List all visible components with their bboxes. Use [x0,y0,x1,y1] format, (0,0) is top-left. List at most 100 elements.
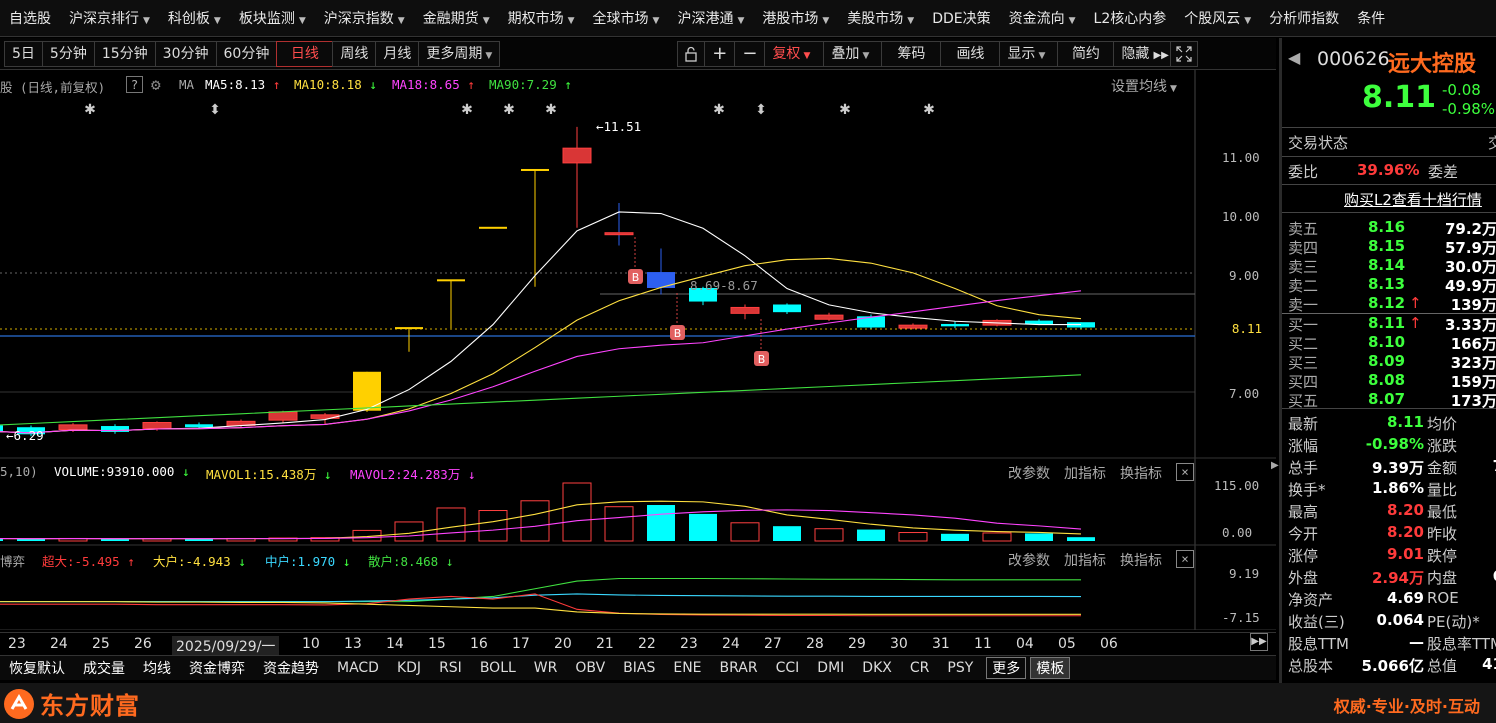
vol-add-indicator-button[interactable]: 加指标 [1064,463,1106,483]
period-tab-4[interactable]: 60分钟 [215,40,278,67]
chart-canvas[interactable]: ✱ ⬍ ✱ ✱ ✱ ✱ ⬍ ✱ ✱ B B B [0,70,1276,630]
buy-l2-link[interactable]: 购买L2查看十档行情 [1344,189,1482,210]
indicator-tab-19[interactable]: 更多 [986,657,1027,679]
period-tab-5[interactable]: 日线 [276,40,334,67]
event-marker[interactable]: ✱ [503,102,515,118]
candle[interactable] [521,168,549,287]
indicator-tab-2[interactable]: 均线 [134,658,180,678]
indicator-tab-1[interactable]: 成交量 [74,658,134,678]
indicator-tab-6[interactable]: KDJ [388,660,430,676]
candle[interactable] [101,424,129,434]
vol-params-button[interactable]: 改参数 [1008,463,1050,483]
menu-item-12[interactable]: 资金流向 ▼ [1000,8,1085,28]
indicator-tab-9[interactable]: WR [525,660,567,676]
flow-params-button[interactable]: 改参数 [1008,550,1050,570]
candle[interactable] [941,321,969,329]
indicator-tab-17[interactable]: CR [901,660,939,676]
indicator-tab-11[interactable]: BIAS [614,660,664,676]
menu-item-6[interactable]: 期权市场 ▼ [499,8,584,28]
candle[interactable] [604,203,634,246]
zoom-out-button[interactable]: − [734,40,766,67]
period-tab-6[interactable]: 周线 [332,40,377,67]
indicator-tab-10[interactable]: OBV [566,660,614,676]
period-tab-3[interactable]: 30分钟 [154,40,217,67]
event-marker[interactable]: ✱ [84,102,96,118]
candle[interactable] [353,371,381,412]
menu-item-4[interactable]: 沪深京指数 ▼ [315,8,414,28]
menu-item-7[interactable]: 全球市场 ▼ [584,8,669,28]
indicator-tab-20[interactable]: 模板 [1030,657,1071,679]
menu-item-1[interactable]: 沪深京排行 ▼ [60,8,159,28]
period-tab-2[interactable]: 15分钟 [93,40,156,67]
menu-item-14[interactable]: 个股风云 ▼ [1175,8,1260,28]
indicator-tab-12[interactable]: ENE [664,660,710,676]
event-marker[interactable]: ✱ [839,102,851,118]
period-tab-7[interactable]: 月线 [375,40,420,67]
indicator-tab-14[interactable]: CCI [767,660,809,676]
scroll-right-icon[interactable]: ▶▶ [1250,633,1268,651]
date-label: 27 [764,636,782,652]
menu-item-8[interactable]: 沪深港通 ▼ [668,8,753,28]
event-marker[interactable]: ✱ [545,102,557,118]
indicator-tab-3[interactable]: 资金博弈 [180,658,254,678]
event-marker[interactable]: ⬍ [755,102,767,118]
period-tab-0[interactable]: 5日 [4,40,43,67]
menu-item-11[interactable]: DDE决策 [923,8,999,28]
candle[interactable] [479,226,507,229]
menu-item-5[interactable]: 金融期货 ▼ [414,8,499,28]
flow-close-icon[interactable]: × [1176,550,1194,568]
panel-toggle-icon[interactable]: ▶ [1271,460,1279,480]
display-dropdown[interactable]: 显示 ▼ [999,40,1059,67]
simple-mode-button[interactable]: 简约 [1057,40,1115,67]
menu-item-9[interactable]: 港股市场 ▼ [753,8,838,28]
kline-chart[interactable]: ✱ ⬍ ✱ ✱ ✱ ✱ ⬍ ✱ ✱ B B B 股 (日线,前复权) ? ⚙ MA MA5:8.13 … [0,70,1276,630]
flow-add-indicator-button[interactable]: 加指标 [1064,550,1106,570]
candle[interactable] [437,279,465,329]
zoom-in-button[interactable]: + [704,40,736,67]
event-marker[interactable]: ✱ [923,102,935,118]
fuquan-dropdown[interactable]: 复权 ▼ [764,40,825,67]
gear-icon[interactable]: ⚙ [151,75,161,94]
menu-item-0[interactable]: 自选股 [0,8,60,28]
candle[interactable] [730,304,760,320]
indicator-tab-8[interactable]: BOLL [471,660,525,676]
vol-close-icon[interactable]: × [1176,463,1194,481]
menu-item-16[interactable]: 条件 [1348,8,1394,28]
candle[interactable] [1067,322,1095,329]
overlay-dropdown[interactable]: 叠加 ▼ [823,40,883,67]
indicator-tab-13[interactable]: BRAR [711,660,767,676]
menu-item-2[interactable]: 科创板 ▼ [159,8,230,28]
draw-line-button[interactable]: 画线 [940,40,1001,67]
event-marker[interactable]: ⬍ [209,102,221,118]
indicator-tab-4[interactable]: 资金趋势 [254,658,328,678]
flow-switch-indicator-button[interactable]: 换指标 [1120,550,1162,570]
help-icon[interactable]: ? [126,76,143,93]
menu-item-3[interactable]: 板块监测 ▼ [230,8,315,28]
indicator-tab-18[interactable]: PSY [938,660,982,676]
candle[interactable] [310,413,340,425]
candle[interactable] [898,323,928,330]
indicator-tab-15[interactable]: DMI [808,660,853,676]
indicator-tab-7[interactable]: RSI [430,660,471,676]
indicator-tab-5[interactable]: MACD [328,660,388,676]
candle[interactable] [395,327,423,352]
menu-item-13[interactable]: L2核心内参 [1085,8,1176,28]
event-marker[interactable]: ✱ [461,102,473,118]
chips-button[interactable]: 筹码 [881,40,942,67]
event-marker[interactable]: ✱ [713,102,725,118]
menu-item-10[interactable]: 美股市场 ▼ [838,8,923,28]
expand-icon[interactable] [1170,40,1199,67]
menu-item-15[interactable]: 分析师指数 [1260,8,1348,28]
period-tab-8[interactable]: 更多周期 ▼ [418,40,501,67]
back-arrow-icon[interactable]: ◀ [1288,48,1300,67]
candle[interactable] [773,303,801,314]
hide-button[interactable]: 隐藏 ▶▶ [1113,40,1172,67]
candle[interactable] [562,126,592,228]
indicator-tab-16[interactable]: DKX [853,660,901,676]
lock-icon[interactable] [677,40,706,67]
candle[interactable] [814,312,844,322]
vol-switch-indicator-button[interactable]: 换指标 [1120,463,1162,483]
period-tab-1[interactable]: 5分钟 [41,40,95,67]
ma-settings-button[interactable]: 设置均线 ▼ [1111,76,1177,96]
indicator-tab-0[interactable]: 恢复默认 [0,658,74,678]
